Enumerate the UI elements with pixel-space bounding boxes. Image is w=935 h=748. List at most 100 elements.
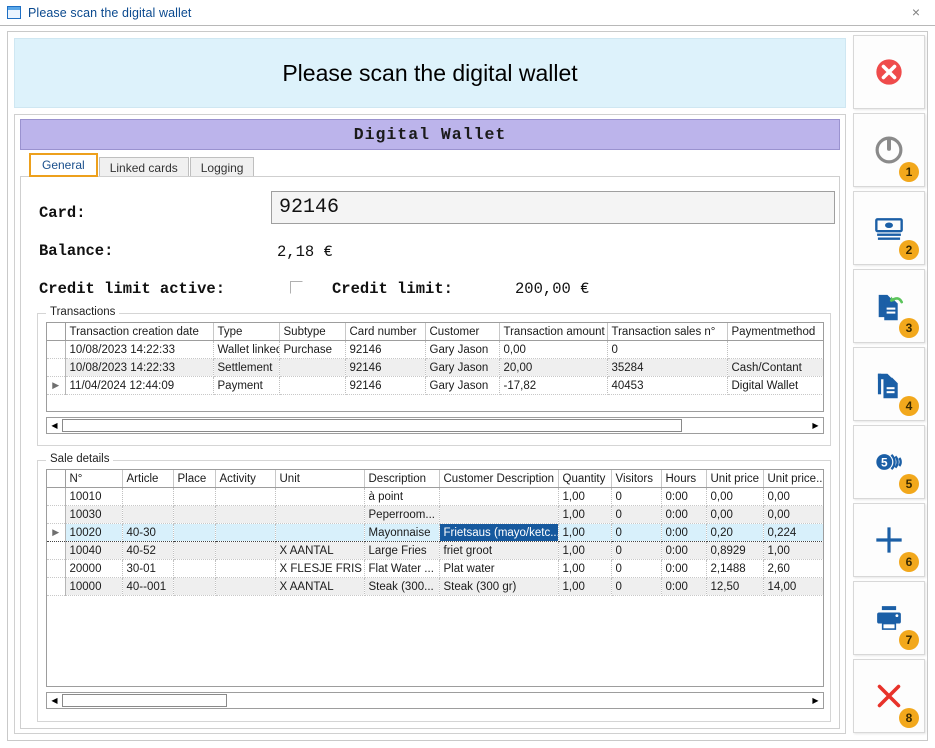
sale-details-cell[interactable]: 1,00 — [558, 488, 611, 506]
sale-details-cell[interactable]: 12,50 — [706, 578, 763, 596]
transactions-cell[interactable]: Wallet linked — [213, 341, 279, 359]
sale-details-cell[interactable] — [275, 524, 364, 542]
sale-details-cell[interactable] — [173, 488, 215, 506]
sale-details-cell[interactable]: 0,00 — [706, 506, 763, 524]
sale-details-row-marker[interactable] — [47, 542, 65, 560]
table-row[interactable]: ▶1002040-30MayonnaiseFrietsaus (mayo/ket… — [47, 524, 823, 542]
transactions-cell[interactable]: 92146 — [345, 341, 425, 359]
sale-details-cell[interactable]: 30-01 — [122, 560, 173, 578]
sale-details-cell[interactable] — [215, 506, 275, 524]
transactions-col-5[interactable]: Transaction amount — [499, 323, 607, 341]
tab-logging[interactable]: Logging — [190, 157, 255, 177]
transactions-cell[interactable]: 92146 — [345, 359, 425, 377]
window-close-button[interactable]: × — [906, 3, 926, 21]
sale-details-col-0[interactable]: N° — [65, 470, 122, 488]
sale-details-cell[interactable]: 10020 — [65, 524, 122, 542]
sale-details-scroll-track[interactable] — [62, 693, 808, 708]
sale-details-cell[interactable]: Flat Water ... — [364, 560, 439, 578]
sale-details-cell[interactable] — [439, 488, 558, 506]
sidebar-button-contactless[interactable]: 5 5 — [853, 425, 925, 499]
transactions-cell[interactable]: 20,00 — [499, 359, 607, 377]
sale-details-cell[interactable]: 10040 — [65, 542, 122, 560]
sale-details-cell[interactable]: 1,00 — [763, 542, 823, 560]
sale-details-cell[interactable] — [122, 488, 173, 506]
sale-details-cell[interactable]: 0,00 — [763, 488, 823, 506]
sale-details-cell[interactable]: 0,8929 — [706, 542, 763, 560]
sale-details-cell[interactable]: 0,20 — [706, 524, 763, 542]
sale-details-cell[interactable]: 0:00 — [661, 542, 706, 560]
sale-details-cell[interactable]: 40--001 — [122, 578, 173, 596]
sale-details-cell[interactable]: 2,60 — [763, 560, 823, 578]
transactions-cell[interactable]: Gary Jason — [425, 377, 499, 395]
transactions-row-marker[interactable] — [47, 341, 65, 359]
sale-details-cell[interactable] — [122, 506, 173, 524]
sale-details-cell[interactable] — [215, 488, 275, 506]
sale-details-cell[interactable]: 1,00 — [558, 542, 611, 560]
sale-details-cell[interactable] — [173, 506, 215, 524]
sale-details-cell[interactable]: 0:00 — [661, 506, 706, 524]
sale-details-cell[interactable]: Mayonnaise — [364, 524, 439, 542]
table-row[interactable]: ▶11/04/2024 12:44:09Payment92146Gary Jas… — [47, 377, 823, 395]
sale-details-cell[interactable]: 1,00 — [558, 524, 611, 542]
sidebar-button-refund[interactable]: 3 — [853, 269, 925, 343]
transactions-cell[interactable]: 35284 — [607, 359, 727, 377]
transactions-cell[interactable]: Gary Jason — [425, 341, 499, 359]
sale-details-cell[interactable]: X AANTAL — [275, 578, 364, 596]
sale-details-grid[interactable]: N° Article Place Activity Unit Descripti… — [46, 469, 824, 687]
transactions-scroll-left-button[interactable]: ◀ — [47, 418, 62, 433]
sale-details-col-8[interactable]: Visitors — [611, 470, 661, 488]
sidebar-button-cash[interactable]: 2 — [853, 191, 925, 265]
transactions-scroll-track[interactable] — [62, 418, 808, 433]
sale-details-cell[interactable]: 0,00 — [763, 506, 823, 524]
sale-details-row-marker[interactable] — [47, 560, 65, 578]
sale-details-cell[interactable]: Steak (300... — [364, 578, 439, 596]
sale-details-col-10[interactable]: Unit price — [706, 470, 763, 488]
sale-details-cell[interactable] — [215, 578, 275, 596]
sale-details-col-11[interactable]: Unit price... — [763, 470, 823, 488]
sale-details-cell[interactable] — [439, 506, 558, 524]
transactions-cell[interactable]: Purchase — [279, 341, 345, 359]
tab-general[interactable]: General — [29, 153, 98, 177]
transactions-row-marker[interactable]: ▶ — [47, 377, 65, 395]
sale-details-row-marker[interactable] — [47, 578, 65, 596]
sale-details-col-9[interactable]: Hours — [661, 470, 706, 488]
sale-details-cell[interactable]: 0,00 — [706, 488, 763, 506]
transactions-col-0[interactable]: Transaction creation date — [65, 323, 213, 341]
sale-details-cell[interactable] — [275, 506, 364, 524]
sale-details-cell[interactable] — [173, 542, 215, 560]
sale-details-cell[interactable]: 40-52 — [122, 542, 173, 560]
sale-details-cell[interactable]: Peperroom... — [364, 506, 439, 524]
transactions-grid[interactable]: Transaction creation date Type Subtype C… — [46, 322, 824, 412]
sale-details-cell[interactable]: 0 — [611, 578, 661, 596]
sale-details-cell[interactable] — [215, 560, 275, 578]
transactions-hscrollbar[interactable]: ◀ ▶ — [46, 417, 824, 434]
transactions-cell[interactable]: 0 — [607, 341, 727, 359]
sale-details-hscrollbar[interactable]: ◀ ▶ — [46, 692, 824, 709]
sale-details-cell[interactable]: Large Fries — [364, 542, 439, 560]
sale-details-cell[interactable] — [275, 488, 364, 506]
transactions-cell[interactable] — [727, 341, 823, 359]
sale-details-cell[interactable]: à point — [364, 488, 439, 506]
sale-details-cell[interactable]: 1,00 — [558, 506, 611, 524]
sale-details-col-7[interactable]: Quantity — [558, 470, 611, 488]
transactions-cell[interactable]: 92146 — [345, 377, 425, 395]
transactions-cell[interactable]: 10/08/2023 14:22:33 — [65, 359, 213, 377]
transactions-col-3[interactable]: Card number — [345, 323, 425, 341]
tab-linked-cards[interactable]: Linked cards — [99, 157, 189, 177]
sale-details-col-3[interactable]: Activity — [215, 470, 275, 488]
sale-details-cell[interactable]: 0 — [611, 524, 661, 542]
sale-details-col-6[interactable]: Customer Description — [439, 470, 558, 488]
table-row[interactable]: 10030Peperroom...1,0000:000,000,00 — [47, 506, 823, 524]
sidebar-button-cancel[interactable]: 8 — [853, 659, 925, 733]
sale-details-cell[interactable] — [215, 542, 275, 560]
sale-details-cell[interactable]: 2,1488 — [706, 560, 763, 578]
sale-details-col-4[interactable]: Unit — [275, 470, 364, 488]
transactions-cell[interactable]: Digital Wallet — [727, 377, 823, 395]
sale-details-cell[interactable]: friet groot — [439, 542, 558, 560]
sale-details-row-marker[interactable] — [47, 488, 65, 506]
transactions-cell[interactable]: 10/08/2023 14:22:33 — [65, 341, 213, 359]
sale-details-cell[interactable] — [173, 524, 215, 542]
transactions-col-6[interactable]: Transaction sales n° — [607, 323, 727, 341]
sale-details-cell[interactable]: 20000 — [65, 560, 122, 578]
sale-details-col-2[interactable]: Place — [173, 470, 215, 488]
